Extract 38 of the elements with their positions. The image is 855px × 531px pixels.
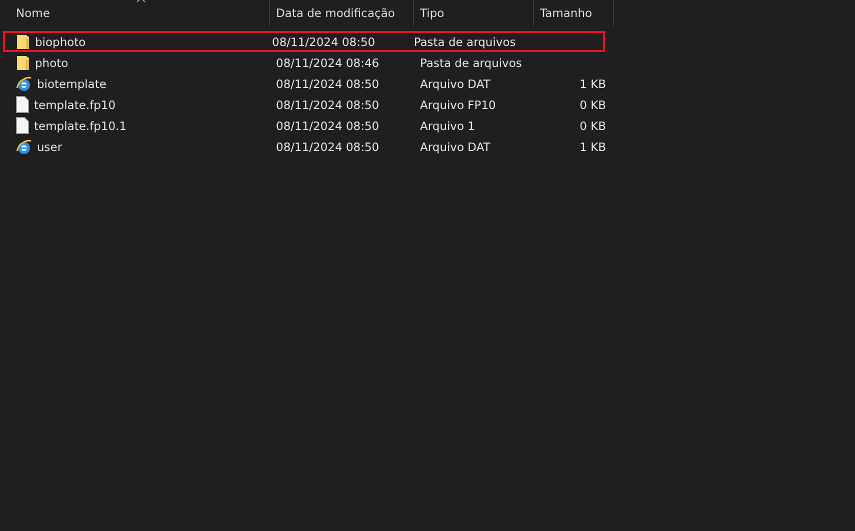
file-name: photo — [35, 56, 68, 70]
file-row[interactable]: photo 08/11/2024 08:46 Pasta de arquivos — [0, 52, 855, 73]
file-row[interactable]: biotemplate 08/11/2024 08:50 Arquivo DAT 1 KB — [0, 73, 855, 94]
modified-date: 08/11/2024 08:50 — [276, 76, 380, 90]
folder-icon — [16, 54, 30, 70]
browser-file-icon — [16, 76, 32, 92]
highlighted-file-row[interactable]: biophoto 08/11/2024 08:50 Pasta de arquivos — [3, 31, 605, 52]
file-size: 0 KB — [580, 98, 606, 112]
modified-date: 08/11/2024 08:50 — [276, 118, 380, 132]
column-header[interactable]: Nome — [10, 0, 270, 26]
modified-date: 08/11/2024 08:50 — [276, 98, 380, 112]
file-type: Arquivo FP10 — [420, 98, 496, 112]
file-type: Pasta de arquivos — [420, 56, 522, 70]
file-type: Arquivo DAT — [420, 76, 490, 90]
file-name: biotemplate — [37, 76, 106, 90]
column-header[interactable]: Tamanho — [534, 0, 614, 26]
file-icon — [16, 117, 29, 134]
file-size: 1 KB — [580, 140, 606, 154]
file-name: template.fp10.1 — [34, 118, 127, 132]
column-header[interactable]: Tipo — [414, 0, 534, 26]
file-name: biophoto — [35, 34, 86, 48]
file-row[interactable]: template.fp10.1 08/11/2024 08:50 Arquivo 1 0 KB — [0, 115, 855, 136]
modified-date: 08/11/2024 08:50 — [272, 34, 376, 48]
file-name: template.fp10 — [34, 98, 116, 112]
browser-file-icon — [16, 138, 32, 154]
modified-date: 08/11/2024 08:50 — [276, 140, 380, 154]
folder-icon — [16, 34, 30, 50]
file-row[interactable]: template.fp10 08/11/2024 08:50 Arquivo FP10 0 KB — [0, 94, 855, 115]
file-icon — [16, 96, 29, 113]
file-size: 1 KB — [580, 76, 606, 90]
file-name: user — [37, 140, 62, 154]
file-type: Arquivo 1 — [420, 118, 475, 132]
file-size: 0 KB — [580, 118, 606, 132]
file-type: Pasta de arquivos — [414, 34, 516, 48]
file-row[interactable]: user 08/11/2024 08:50 Arquivo DAT 1 KB — [0, 136, 855, 157]
column-header[interactable]: Data de modificação — [270, 0, 414, 26]
modified-date: 08/11/2024 08:46 — [276, 56, 380, 70]
file-type: Arquivo DAT — [420, 140, 490, 154]
